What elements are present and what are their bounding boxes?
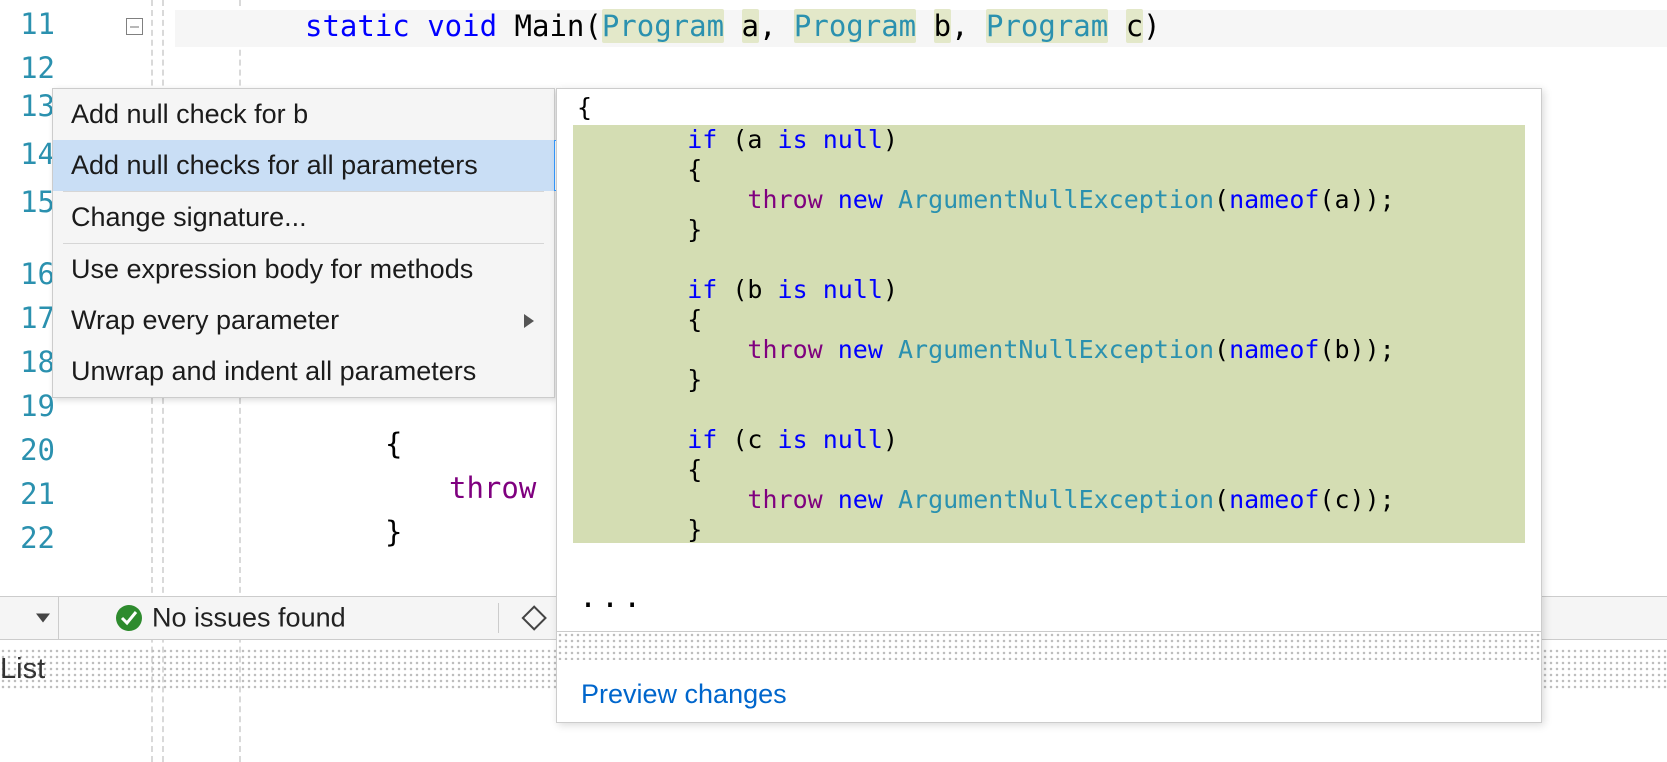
menu-item-label: Unwrap and indent all parameters — [71, 356, 476, 386]
text: { — [385, 427, 402, 461]
preview-brace: { — [577, 95, 592, 120]
menu-item-add-null-checks-all[interactable]: Add null checks for all parameters — [53, 140, 554, 191]
quick-actions-menu: Add null check for b Add null checks for… — [52, 88, 555, 398]
keyword: void — [410, 9, 497, 43]
diff-added-block: if (a is null) { throw new ArgumentNullE… — [573, 125, 1525, 543]
parameter: c — [1126, 9, 1143, 43]
keyword: static — [305, 9, 410, 43]
statusbar-dropdown[interactable] — [0, 597, 59, 639]
menu-item-label: Wrap every parameter — [71, 305, 339, 335]
line-number: 21 — [0, 480, 55, 509]
type-name: Program — [794, 9, 916, 43]
line-number: 18 — [0, 348, 55, 377]
line-number: 20 — [0, 436, 55, 465]
line-number: 14 — [0, 140, 55, 169]
chevron-right-icon — [524, 314, 534, 328]
check-circle-icon — [116, 605, 142, 631]
text: Main( — [497, 9, 602, 43]
line-number: 11 — [0, 10, 55, 39]
line-number: 16 — [0, 260, 55, 289]
editor-root: 11 12 13 14 15 16 17 18 19 20 21 22 static void Mai… — [0, 0, 1667, 762]
menu-item-add-null-check-b[interactable]: Add null check for b — [53, 89, 554, 140]
status-text: No issues found — [152, 605, 346, 632]
text: } — [385, 515, 402, 549]
text — [916, 9, 933, 43]
preview-changes-link[interactable]: Preview changes — [581, 681, 787, 708]
text — [1108, 9, 1125, 43]
line-number: 13 — [0, 92, 55, 121]
text: , — [951, 9, 986, 43]
divider — [498, 603, 499, 633]
fold-toggle-icon[interactable] — [126, 18, 143, 35]
menu-item-expression-body[interactable]: Use expression body for methods — [53, 244, 554, 295]
preview-pane: { if (a is null) { throw new ArgumentNul… — [556, 88, 1542, 723]
type-name: Program — [986, 9, 1108, 43]
text: , — [759, 9, 794, 43]
menu-item-label: Add null check for b — [71, 99, 308, 129]
bottom-panel-label: List — [0, 648, 45, 690]
cleanup-icon[interactable] — [521, 602, 552, 633]
line-number: 19 — [0, 392, 55, 421]
type-name: Program — [602, 9, 724, 43]
parameter: b — [934, 9, 951, 43]
text: ) — [1143, 9, 1160, 43]
line-number: 22 — [0, 524, 55, 553]
code-line[interactable]: static void Main(Program a, Program b, P… — [175, 10, 1667, 47]
keyword: throw — [449, 471, 536, 505]
line-number: 15 — [0, 188, 55, 217]
menu-item-label: Add null checks for all parameters — [71, 150, 478, 180]
link-label: Preview changes — [581, 679, 787, 709]
menu-item-unwrap-indent-all[interactable]: Unwrap and indent all parameters — [53, 346, 554, 397]
preview-ellipsis: ... — [579, 583, 645, 613]
menu-item-label: Change signature... — [71, 202, 307, 232]
text — [724, 9, 741, 43]
menu-item-change-signature[interactable]: Change signature... — [53, 192, 554, 243]
line-number: 17 — [0, 304, 55, 333]
panel-grip[interactable] — [557, 631, 1541, 660]
menu-item-label: Use expression body for methods — [71, 254, 473, 284]
parameter: a — [742, 9, 759, 43]
menu-item-wrap-every-parameter[interactable]: Wrap every parameter — [53, 295, 554, 346]
line-number: 12 — [0, 54, 55, 83]
chevron-down-icon — [36, 614, 50, 623]
